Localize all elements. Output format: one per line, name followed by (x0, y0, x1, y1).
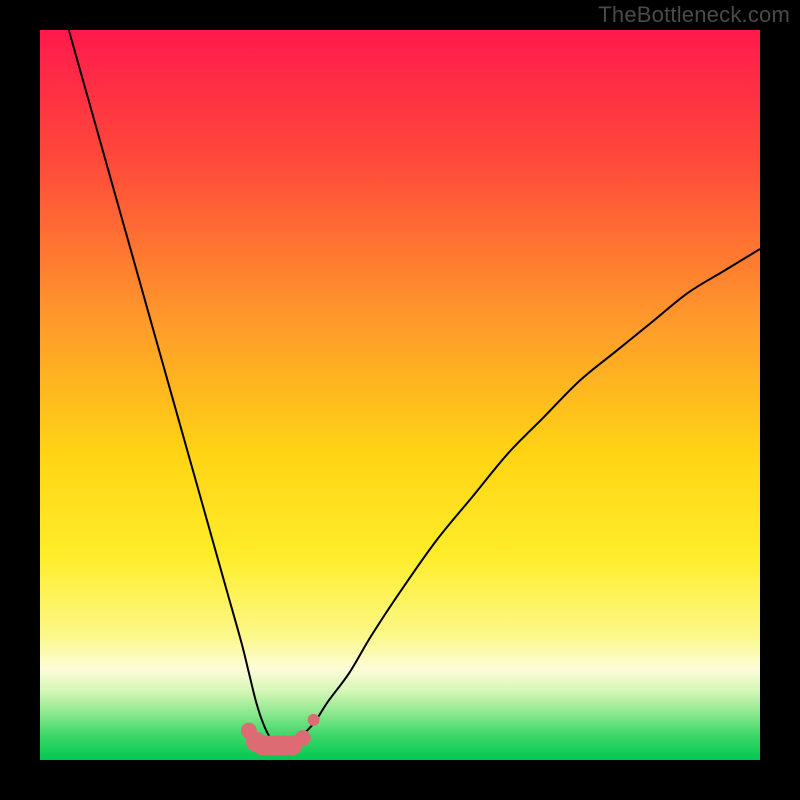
gradient-background (40, 30, 760, 760)
marker-dot (295, 730, 311, 746)
plot-area (40, 30, 760, 760)
attribution-text: TheBottleneck.com (598, 2, 790, 28)
marker-dot (308, 714, 320, 726)
chart-frame: TheBottleneck.com (0, 0, 800, 800)
chart-svg (40, 30, 760, 760)
